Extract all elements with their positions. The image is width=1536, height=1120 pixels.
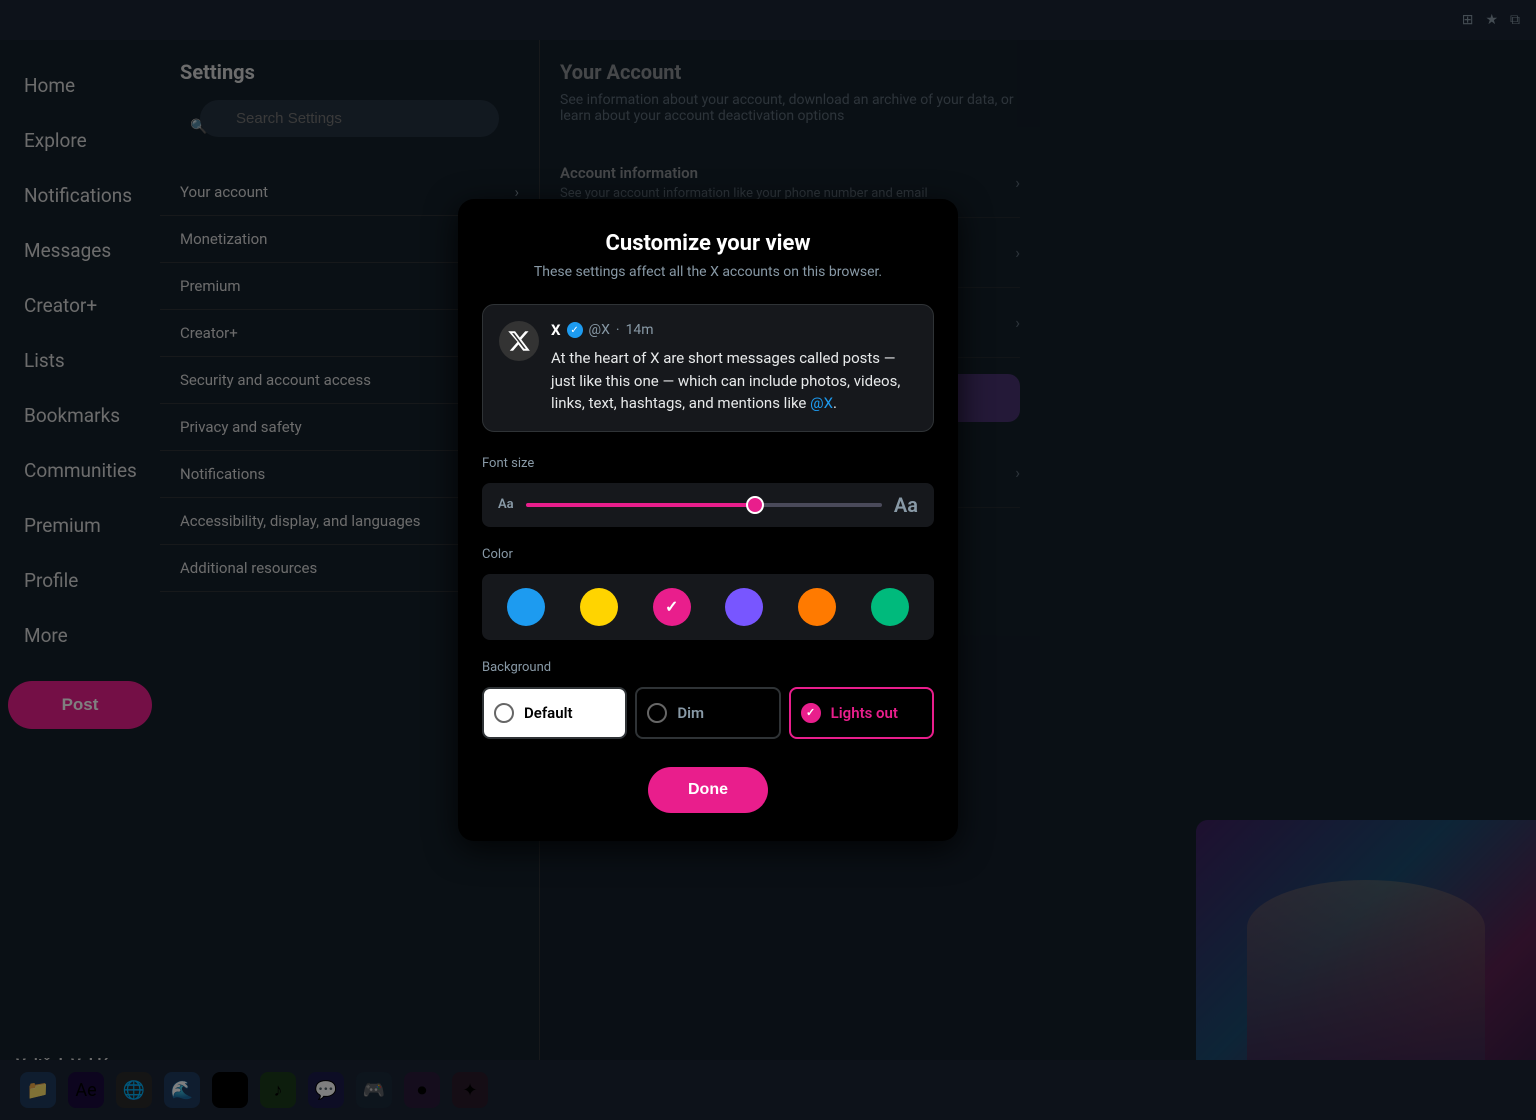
font-size-label: Font size <box>482 456 934 471</box>
done-button[interactable]: Done <box>648 767 768 813</box>
color-label: Color <box>482 547 934 562</box>
color-option-purple[interactable] <box>725 588 763 626</box>
color-option-blue[interactable] <box>507 588 545 626</box>
tweet-time: · <box>616 322 620 338</box>
font-size-large-indicator: Aa <box>894 493 918 517</box>
font-size-slider[interactable] <box>526 503 882 507</box>
bg-option-dim[interactable]: Dim <box>635 687 780 739</box>
tweet-header: X ✓ @X · 14m <box>551 321 917 339</box>
verified-badge: ✓ <box>567 322 583 338</box>
tweet-handle: @X <box>589 322 610 338</box>
modal-backdrop[interactable]: Customize your view These settings affec… <box>0 0 1536 1120</box>
radio-default <box>494 703 514 723</box>
tweet-timestamp: 14m <box>626 322 654 338</box>
color-option-pink[interactable] <box>653 588 691 626</box>
background-label: Background <box>482 660 934 675</box>
tweet-preview: X ✓ @X · 14m At the heart of X are short… <box>482 304 934 432</box>
font-size-row: Aa Aa <box>482 483 934 527</box>
bg-lights-out-label: Lights out <box>831 704 898 722</box>
tweet-text: At the heart of X are short messages cal… <box>551 347 917 415</box>
radio-dim <box>647 703 667 723</box>
bg-option-default[interactable]: Default <box>482 687 627 739</box>
bg-default-label: Default <box>524 704 573 722</box>
color-row <box>482 574 934 640</box>
customize-view-modal: Customize your view These settings affec… <box>458 199 958 841</box>
background-row: Default Dim ✓ Lights out <box>482 687 934 739</box>
font-size-small-indicator: Aa <box>498 497 514 512</box>
bg-dim-label: Dim <box>677 704 704 722</box>
tweet-name: X <box>551 321 561 339</box>
modal-subtitle: These settings affect all the X accounts… <box>482 264 934 280</box>
color-option-yellow[interactable] <box>580 588 618 626</box>
tweet-mention: @X <box>810 394 833 412</box>
tweet-avatar <box>499 321 539 361</box>
tweet-content: X ✓ @X · 14m At the heart of X are short… <box>551 321 917 415</box>
radio-lights-out: ✓ <box>801 703 821 723</box>
color-option-green[interactable] <box>871 588 909 626</box>
modal-title: Customize your view <box>482 231 934 256</box>
bg-option-lights-out[interactable]: ✓ Lights out <box>789 687 934 739</box>
color-option-orange[interactable] <box>798 588 836 626</box>
